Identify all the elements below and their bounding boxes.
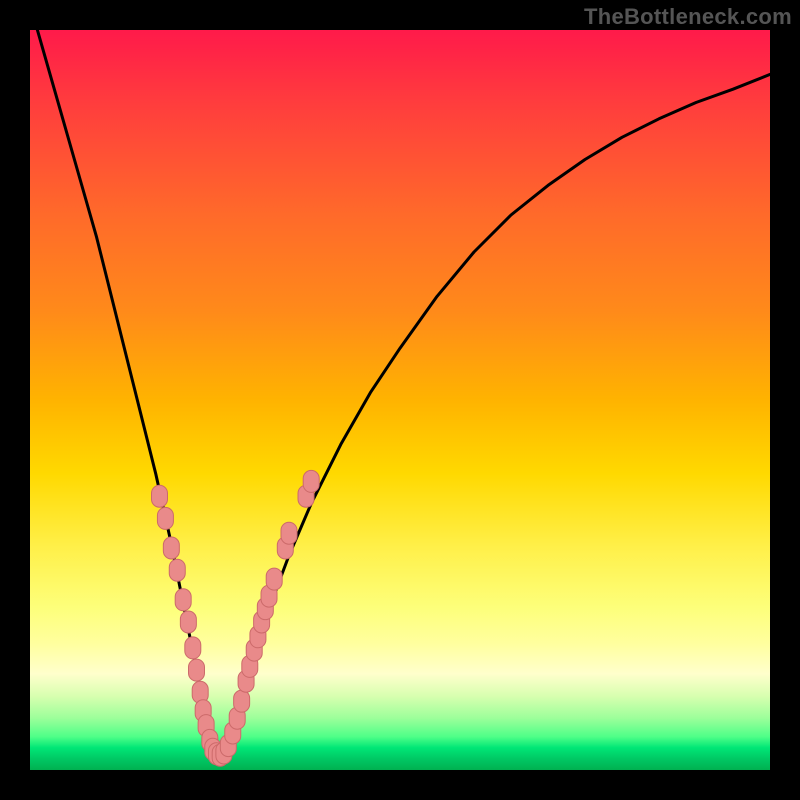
- data-marker: [234, 690, 250, 712]
- data-marker: [163, 537, 179, 559]
- data-marker: [180, 611, 196, 633]
- data-marker: [281, 522, 297, 544]
- data-marker: [152, 485, 168, 507]
- data-marker: [169, 559, 185, 581]
- data-marker: [303, 470, 319, 492]
- data-marker: [266, 568, 282, 590]
- curve-layer: [30, 30, 770, 770]
- data-marker: [157, 507, 173, 529]
- bottleneck-curve: [37, 30, 770, 755]
- watermark-text: TheBottleneck.com: [584, 4, 792, 30]
- chart-frame: TheBottleneck.com: [0, 0, 800, 800]
- data-marker: [185, 637, 201, 659]
- data-marker: [189, 659, 205, 681]
- plot-area: [30, 30, 770, 770]
- data-marker: [175, 589, 191, 611]
